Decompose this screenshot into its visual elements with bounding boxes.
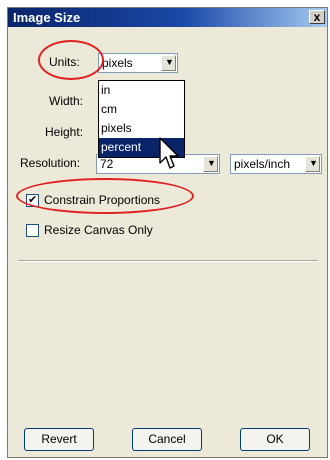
arrow-cursor-icon — [159, 137, 179, 169]
constrain-proportions-label[interactable]: Constrain Proportions — [44, 193, 160, 207]
resolution-unit-value: pixels/inch — [234, 157, 291, 171]
units-value: pixels — [102, 56, 133, 70]
resize-canvas-checkbox[interactable] — [26, 224, 39, 237]
width-label: Width: — [49, 94, 84, 108]
resolution-unit-dropdown-button[interactable]: ▼ — [305, 156, 320, 172]
revert-button[interactable]: Revert — [24, 428, 94, 451]
resolution-value: 72 — [100, 157, 114, 171]
units-option-cm[interactable]: cm — [99, 100, 184, 119]
chevron-down-icon: ▼ — [309, 158, 318, 168]
title-bar: Image Size x — [8, 8, 327, 27]
constrain-proportions-checkbox[interactable]: ✔ — [26, 194, 39, 207]
chevron-down-icon: ▼ — [165, 57, 174, 67]
image-size-dialog: Image Size x Units: pixels ▼ Width: Heig… — [7, 7, 328, 458]
cancel-button[interactable]: Cancel — [132, 428, 202, 451]
resize-canvas-label[interactable]: Resize Canvas Only — [44, 223, 153, 237]
units-select[interactable]: pixels ▼ — [98, 53, 178, 73]
resolution-label: Resolution: — [20, 156, 81, 170]
units-option-pixels[interactable]: pixels — [99, 119, 184, 138]
ok-button[interactable]: OK — [240, 428, 310, 451]
units-dropdown-button[interactable]: ▼ — [161, 55, 176, 71]
resolution-unit-select[interactable]: pixels/inch ▼ — [230, 154, 322, 174]
chevron-down-icon: ▼ — [207, 158, 216, 168]
close-button[interactable]: x — [309, 10, 325, 24]
check-icon: ✔ — [28, 194, 38, 206]
resolution-dropdown-button[interactable]: ▼ — [203, 156, 218, 172]
units-label: Units: — [49, 55, 80, 69]
units-option-in[interactable]: in — [99, 81, 184, 100]
separator — [18, 260, 318, 262]
window-title: Image Size — [13, 10, 81, 25]
height-label: Height: — [45, 125, 84, 139]
